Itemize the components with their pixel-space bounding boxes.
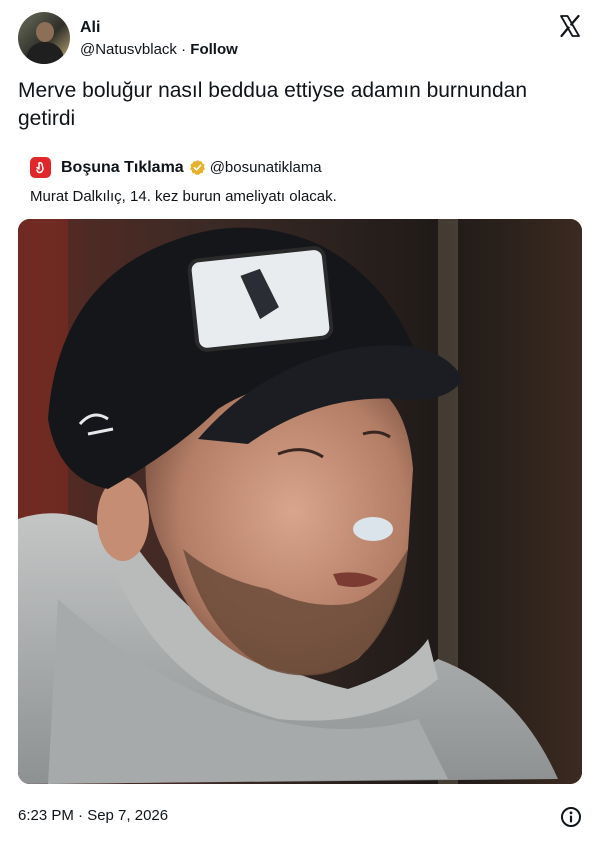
author-handle-row: @Natusvblack · Follow	[80, 40, 238, 60]
quoted-display-name[interactable]: Boşuna Tıklama	[61, 159, 184, 177]
separator-dot: ·	[181, 41, 187, 58]
quoted-handle[interactable]: @bosunatiklama	[210, 159, 322, 176]
follow-button[interactable]: Follow	[190, 41, 238, 58]
quoted-header: Boşuna Tıklama @bosunatiklama	[30, 157, 322, 178]
verified-badge-icon	[189, 160, 205, 175]
quoted-text: Murat Dalkılıç, 14. kez burun ameliyatı …	[30, 188, 337, 205]
tweet-footer: 6:23 PM · Sep 7, 2026	[18, 806, 582, 828]
tweet-text: Merve boluğur nasıl beddua ettiyse adamı…	[18, 79, 528, 130]
author-info: Ali @Natusvblack · Follow	[80, 18, 238, 60]
quoted-tweet[interactable]: Boşuna Tıklama @bosunatiklama Murat Dalk…	[18, 148, 582, 788]
tweet-photo[interactable]	[18, 219, 582, 784]
author-avatar[interactable]	[18, 12, 70, 64]
tweet-timestamp[interactable]: 6:23 PM · Sep 7, 2026	[18, 807, 168, 824]
info-icon[interactable]	[560, 806, 582, 828]
author-handle[interactable]: @Natusvblack	[80, 41, 177, 58]
author-display-name[interactable]: Ali	[80, 18, 238, 38]
photo-illustration	[18, 219, 582, 784]
quoted-account-logo[interactable]	[30, 157, 51, 178]
tweet-header: Ali @Natusvblack · Follow	[18, 12, 582, 68]
x-logo-icon[interactable]	[558, 14, 582, 38]
